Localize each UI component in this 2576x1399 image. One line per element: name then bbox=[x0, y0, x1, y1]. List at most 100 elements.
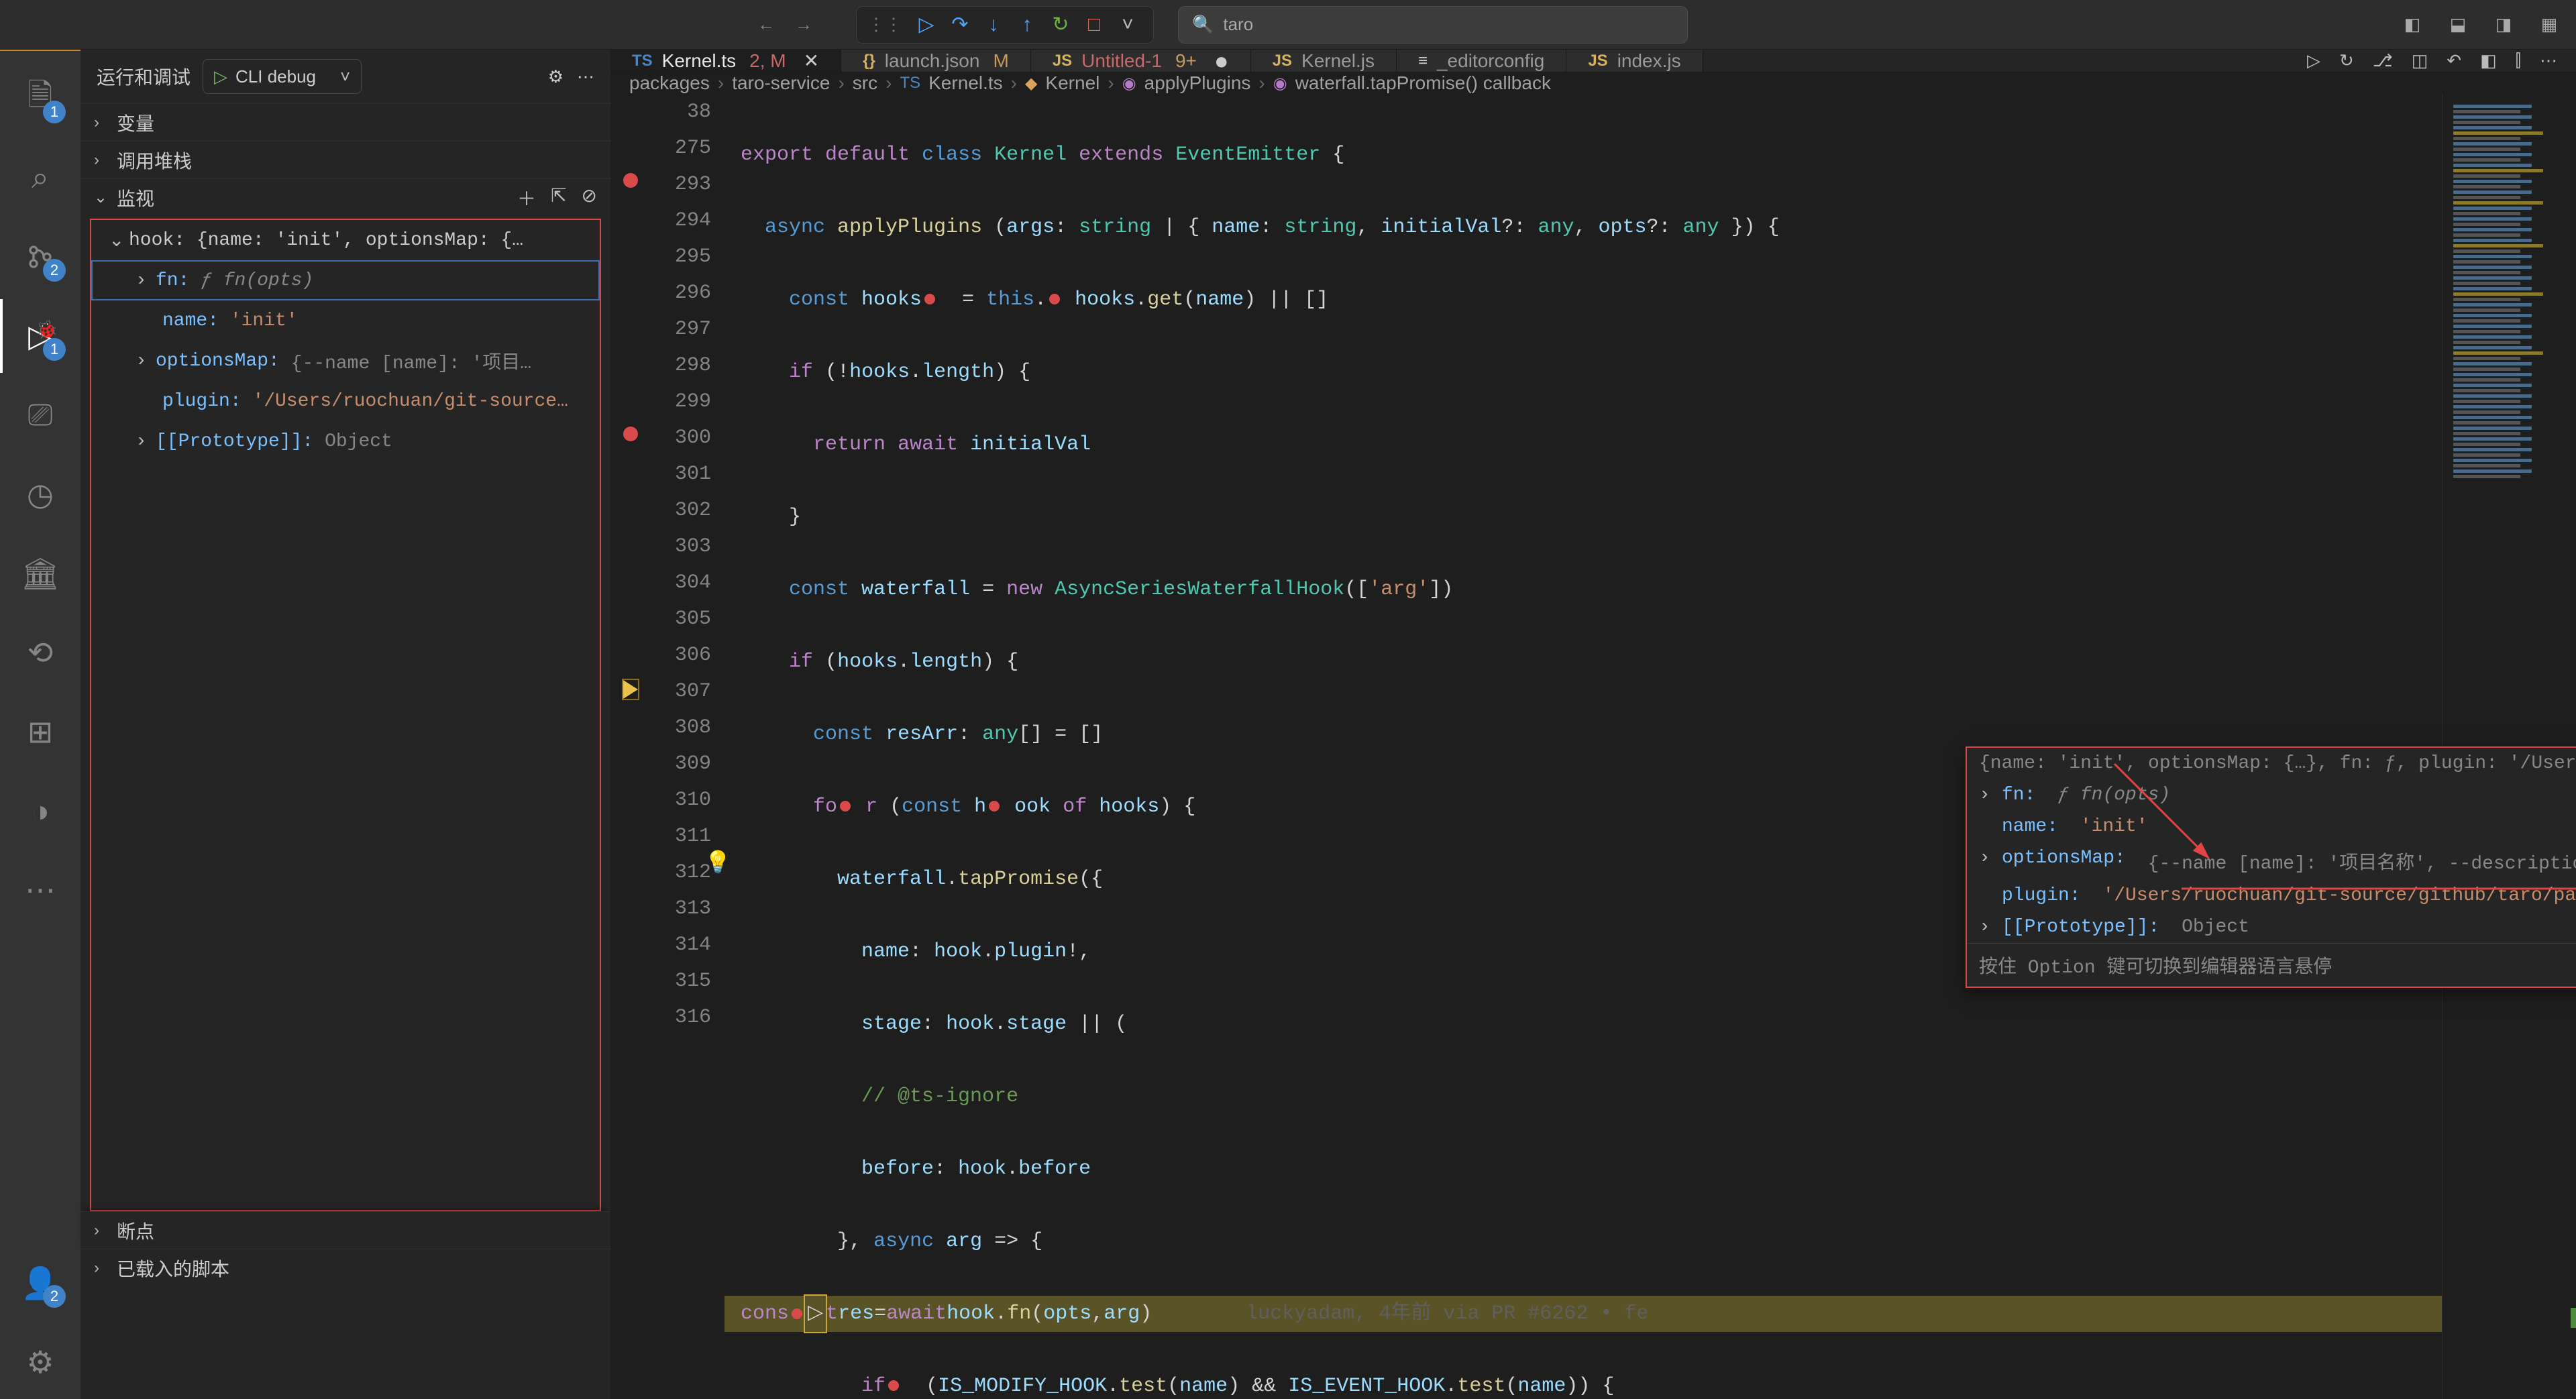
activity-git-graph[interactable]: ◑ bbox=[0, 774, 80, 848]
customize-layout-icon[interactable]: ▦ bbox=[2536, 11, 2563, 38]
breadcrumb-item[interactable]: waterfall.tapPromise() callback bbox=[1295, 72, 1551, 94]
search-icon: 🔍 bbox=[1192, 14, 1214, 35]
watch-key: optionsMap: bbox=[156, 351, 280, 372]
breadcrumb-item[interactable]: taro-service bbox=[732, 72, 830, 94]
section-breakpoints-label: 断点 bbox=[117, 1217, 154, 1244]
activity-bookmarks[interactable]: 🏛 bbox=[0, 537, 80, 610]
watch-name[interactable]: name: 'init' bbox=[91, 300, 600, 341]
stop-button[interactable]: □ bbox=[1079, 10, 1109, 40]
activity-overflow[interactable]: ⋯ bbox=[0, 853, 80, 927]
step-out-button[interactable]: ↑ bbox=[1012, 10, 1042, 40]
tab-launch-json[interactable]: {} launch.json M bbox=[841, 50, 1031, 72]
tab-status: 2, M bbox=[749, 50, 786, 72]
tab-label: _editorconfig bbox=[1437, 50, 1544, 72]
toggle-panel-right-icon[interactable]: ◨ bbox=[2490, 11, 2517, 38]
git-compare-icon[interactable]: ⎇ bbox=[2373, 50, 2393, 71]
section-variables[interactable]: › 变量 bbox=[80, 103, 610, 141]
hover-val: Object bbox=[2182, 917, 2249, 938]
watch-val: ƒ fn(opts) bbox=[201, 270, 313, 291]
more-actions-icon[interactable]: ⋯ bbox=[2540, 50, 2557, 71]
breadcrumb-item[interactable]: src bbox=[853, 72, 877, 94]
tab-label: index.js bbox=[1617, 50, 1681, 72]
watch-optionsmap[interactable]: › optionsMap: {--name [name]: '项目… bbox=[91, 341, 600, 381]
breakpoint-icon[interactable] bbox=[623, 173, 638, 188]
breadcrumb-item[interactable]: Kernel.ts bbox=[928, 72, 1003, 94]
watch-root-text: hook: {name: 'init', optionsMap: {… bbox=[129, 230, 523, 251]
remove-all-icon[interactable]: ⊘ bbox=[582, 184, 597, 211]
activity-settings[interactable]: ⚙ bbox=[0, 1325, 80, 1399]
diff-icon[interactable]: ◫ bbox=[2412, 50, 2428, 71]
tab-status: M bbox=[993, 50, 1008, 72]
breadcrumb-item[interactable]: Kernel bbox=[1045, 72, 1099, 94]
step-over-button[interactable]: ↷ bbox=[945, 10, 975, 40]
section-callstack[interactable]: › 调用堆栈 bbox=[80, 141, 610, 178]
tab-editorconfig[interactable]: ≡ _editorconfig bbox=[1397, 50, 1566, 72]
gear-icon[interactable]: ⚙ bbox=[548, 66, 564, 87]
watch-plugin[interactable]: plugin: '/Users/ruochuan/git-source… bbox=[91, 381, 600, 421]
editor-group: TS Kernel.ts 2, M ✕ {} launch.json M JS … bbox=[610, 50, 2576, 1399]
watch-fn[interactable]: › fn: ƒ fn(opts) bbox=[91, 260, 600, 300]
section-breakpoints[interactable]: › 断点 bbox=[80, 1211, 610, 1249]
accounts-badge: 2 bbox=[43, 1285, 66, 1308]
play-icon: ▷ bbox=[214, 66, 227, 87]
watch-prototype[interactable]: › [[Prototype]]: Object bbox=[91, 421, 600, 461]
hover-key[interactable]: [[Prototype]]: bbox=[2002, 917, 2159, 938]
editor-actions: ▷ ↻ ⎇ ◫ ↶ ◧ ⫿ ⋯ bbox=[2288, 50, 2576, 72]
code-editor[interactable]: 38 275 293 294 295 296 297 298 299 300 3… bbox=[610, 94, 2576, 1399]
debug-run-icon[interactable]: ↻ bbox=[2339, 50, 2354, 71]
split-right-icon[interactable]: ⫿ bbox=[2516, 50, 2521, 72]
scm-badge: 2 bbox=[43, 259, 66, 282]
continue-button[interactable]: ▷ bbox=[912, 10, 941, 40]
add-watch-icon[interactable]: ＋ bbox=[517, 184, 536, 211]
activity-debug[interactable]: ▷🐞1 bbox=[0, 299, 80, 373]
tab-kernel-js[interactable]: JS Kernel.js bbox=[1251, 50, 1397, 72]
nav-forward-icon[interactable]: → bbox=[789, 10, 818, 40]
activity-extensions[interactable]: ⊞ bbox=[0, 695, 80, 769]
breadcrumb[interactable]: packages› taro-service› src› TS Kernel.t… bbox=[610, 72, 2576, 94]
drag-grip-icon[interactable]: ⋮⋮ bbox=[867, 14, 902, 35]
run-icon[interactable]: ▷ bbox=[2307, 50, 2320, 71]
activity-scm[interactable]: 2 bbox=[0, 220, 80, 294]
watch-root[interactable]: ⌄ hook: {name: 'init', optionsMap: {… bbox=[91, 220, 600, 260]
debug-config-name: CLI debug bbox=[235, 66, 316, 87]
breakpoint-icon[interactable] bbox=[623, 427, 638, 441]
more-icon[interactable]: ⋯ bbox=[577, 66, 594, 87]
toggle-panel-bottom-icon[interactable]: ⬓ bbox=[2445, 11, 2471, 38]
close-icon[interactable]: ✕ bbox=[804, 50, 819, 72]
watch-key: name: bbox=[162, 311, 219, 331]
hover-key[interactable]: fn: bbox=[2002, 785, 2035, 805]
command-center[interactable]: 🔍 taro bbox=[1178, 6, 1688, 44]
config-icon: ≡ bbox=[1418, 52, 1428, 70]
debug-more-icon[interactable]: ˅ bbox=[1113, 10, 1142, 40]
layout-controls: ◧ ⬓ ◨ ▦ bbox=[2399, 11, 2563, 38]
tab-index-js[interactable]: JS index.js bbox=[1566, 50, 1703, 72]
hover-key[interactable]: optionsMap: bbox=[2002, 848, 2126, 875]
tab-strip: TS Kernel.ts 2, M ✕ {} launch.json M JS … bbox=[610, 50, 2576, 72]
restart-button[interactable]: ↻ bbox=[1046, 10, 1075, 40]
breadcrumb-item[interactable]: applyPlugins bbox=[1144, 72, 1251, 94]
search-text: taro bbox=[1223, 14, 1253, 35]
activity-outline[interactable]: ⟲ bbox=[0, 616, 80, 689]
hover-key: name: bbox=[2002, 816, 2058, 837]
tab-kernel-ts[interactable]: TS Kernel.ts 2, M ✕ bbox=[610, 50, 841, 72]
section-watch-label: 监视 bbox=[117, 184, 154, 211]
toggle-panel-left-icon[interactable]: ◧ bbox=[2399, 11, 2426, 38]
split-icon[interactable]: ◧ bbox=[2480, 50, 2497, 71]
collapse-all-icon[interactable]: ⇱ bbox=[551, 184, 566, 211]
debug-config-select[interactable]: ▷ CLI debug ˅ bbox=[203, 59, 362, 94]
step-into-button[interactable]: ↓ bbox=[979, 10, 1008, 40]
activity-timeline[interactable]: ◷ bbox=[0, 457, 80, 531]
glyph-margin[interactable] bbox=[610, 94, 651, 1399]
section-watch[interactable]: ⌄ 监视 ＋ ⇱ ⊘ bbox=[80, 178, 610, 216]
tab-untitled[interactable]: JS Untitled-1 9+ ● bbox=[1031, 50, 1251, 72]
activity-remote[interactable]: ⎚ bbox=[0, 378, 80, 452]
activity-search[interactable]: ⌕ bbox=[0, 141, 80, 215]
open-changes-icon[interactable]: ↶ bbox=[2447, 50, 2461, 71]
activity-bar: 🗎1 ⌕ 2 ▷🐞1 ⎚ ◷ 🏛 ⟲ ⊞ ◑ ⋯ 👤2 ⚙ bbox=[0, 50, 80, 1399]
breadcrumb-item[interactable]: packages bbox=[629, 72, 710, 94]
section-loaded-scripts[interactable]: › 已载入的脚本 bbox=[80, 1249, 610, 1286]
nav-back-icon[interactable]: ← bbox=[751, 10, 781, 40]
debug-hover-popup: {name: 'init', optionsMap: {…}, fn: ƒ, p… bbox=[1966, 746, 2576, 988]
activity-accounts[interactable]: 👤2 bbox=[0, 1246, 80, 1320]
activity-explorer[interactable]: 🗎1 bbox=[0, 62, 80, 135]
